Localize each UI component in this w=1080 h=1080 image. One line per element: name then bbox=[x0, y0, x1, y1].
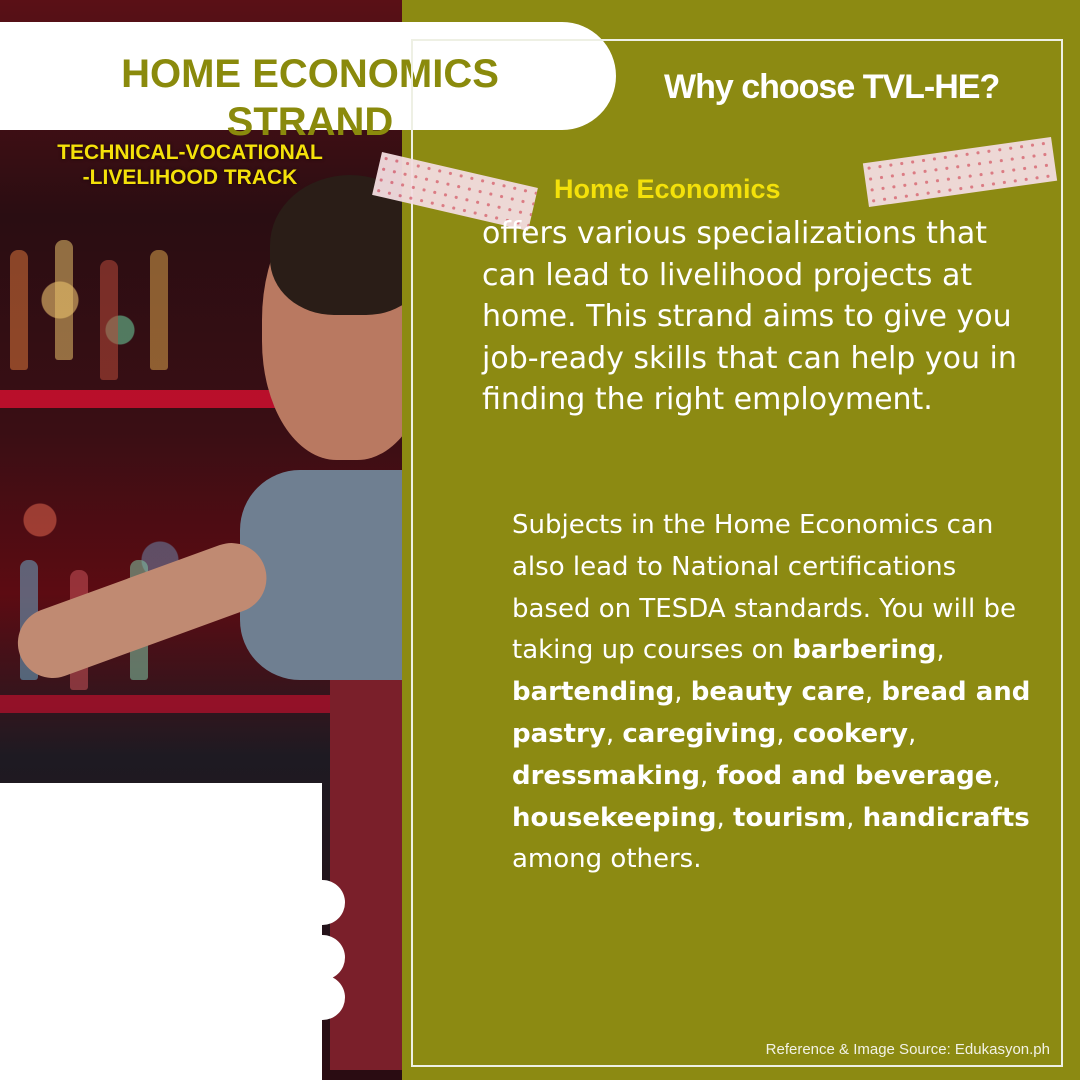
white-overlay-bump bbox=[300, 880, 345, 925]
strand-title-line2: STRAND bbox=[226, 100, 394, 144]
course-name: housekeeping bbox=[512, 802, 717, 833]
course-name: tourism bbox=[733, 802, 847, 833]
bottle-decoration bbox=[55, 240, 73, 360]
course-name: barbering bbox=[792, 635, 937, 666]
source-credit: Reference & Image Source: Edukasyon.ph bbox=[765, 1041, 1050, 1058]
white-overlay-bump bbox=[300, 935, 345, 980]
course-name: caregiving bbox=[622, 718, 777, 749]
subjects-paragraph: Subjects in the Home Economics can also … bbox=[512, 510, 1031, 875]
track-subtitle: TECHNICAL-VOCATIONAL -LIVELIHOOD TRACK bbox=[0, 140, 380, 190]
bottle-decoration bbox=[150, 250, 168, 370]
course-name: beauty care bbox=[690, 677, 865, 708]
course-name: handicrafts bbox=[862, 802, 1030, 833]
intro-paragraph: offers various specializations that can … bbox=[482, 216, 1017, 417]
shelf-decoration bbox=[0, 695, 340, 713]
white-overlay-block bbox=[0, 783, 322, 1080]
course-name: food and beverage bbox=[716, 760, 993, 791]
white-overlay-bump bbox=[300, 975, 345, 1020]
highlight-label: Home Economics bbox=[554, 174, 781, 204]
section-heading: Why choose TVL-HE? bbox=[664, 68, 1000, 106]
course-name: cookery bbox=[792, 718, 908, 749]
track-line1: TECHNICAL-VOCATIONAL bbox=[57, 141, 323, 164]
shelf-decoration bbox=[0, 390, 300, 408]
bottle-decoration bbox=[100, 260, 118, 380]
course-name: dressmaking bbox=[512, 760, 700, 791]
bottle-decoration bbox=[10, 250, 28, 370]
course-name: bartending bbox=[512, 677, 675, 708]
track-line2: -LIVELIHOOD TRACK bbox=[82, 166, 298, 189]
